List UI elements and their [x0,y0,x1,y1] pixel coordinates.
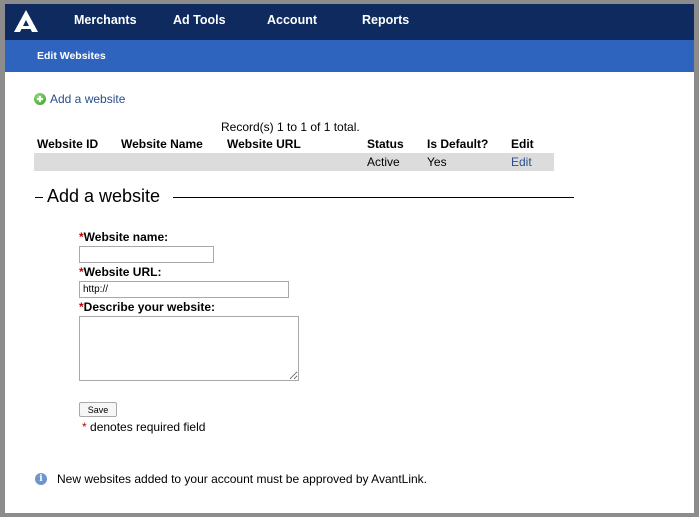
column-header-website-name: Website Name [121,137,203,151]
nav-merchants[interactable]: Merchants [74,13,137,27]
avantlink-logo[interactable] [13,8,39,34]
nav-ad-tools[interactable]: Ad Tools [173,13,226,27]
subnav-edit-websites[interactable]: Edit Websites [37,50,106,62]
info-icon: i [35,473,47,485]
nav-account[interactable]: Account [267,13,317,27]
plus-circle-icon [34,93,46,105]
legend-divider-right [173,197,574,198]
column-header-website-id: Website ID [37,137,99,151]
cell-is-default: Yes [427,155,447,169]
top-navigation: Merchants Ad Tools Account Reports [5,4,694,40]
column-header-status: Status [367,137,404,151]
required-field-note: * denotes required field [82,420,206,434]
save-button[interactable]: Save [79,402,117,417]
page-frame: Merchants Ad Tools Account Reports Edit … [5,4,694,513]
nav-reports[interactable]: Reports [362,13,409,27]
cell-status: Active [367,155,400,169]
website-url-label: *Website URL: [79,265,162,279]
column-header-is-default: Is Default? [427,137,489,151]
sub-navigation: Edit Websites [5,40,694,72]
records-summary: Record(s) 1 to 1 of 1 total. [221,120,360,134]
website-name-input[interactable] [79,246,214,263]
add-website-link[interactable]: Add a website [34,92,125,106]
describe-website-textarea[interactable] [79,316,299,381]
website-url-input[interactable] [79,281,289,298]
approval-info-text: New websites added to your account must … [57,472,428,486]
column-header-website-url: Website URL [227,137,301,151]
legend-divider-left [35,197,43,198]
describe-website-label: *Describe your website: [79,300,216,314]
add-website-link-label: Add a website [50,92,126,106]
table-row [34,153,554,171]
column-header-edit: Edit [511,137,534,151]
edit-link[interactable]: Edit [511,155,532,169]
website-name-label: *Website name: [79,230,169,244]
required-asterisk: * [82,420,87,434]
add-website-legend: Add a website [47,186,161,206]
